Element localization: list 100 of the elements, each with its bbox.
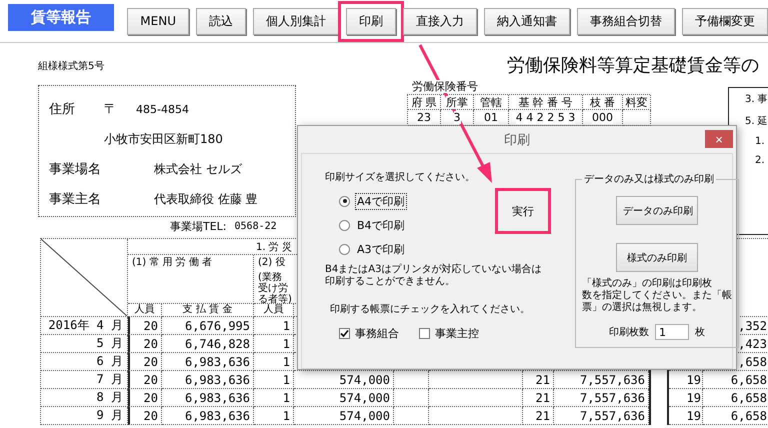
table-header: 所掌 — [441, 95, 474, 110]
table-cell: 20 — [128, 407, 162, 425]
toolbar-button[interactable]: 事務組合切替 — [577, 8, 675, 34]
table-cell: 574,000 — [294, 371, 394, 389]
side-text: 3. 事 — [745, 92, 768, 106]
toolbar-button[interactable]: 印刷 — [346, 8, 396, 34]
column-note: (業務 受け労 る者等) — [258, 272, 292, 305]
radio-button[interactable] — [339, 220, 350, 230]
column-header: 支 払 賃 金 — [162, 304, 254, 317]
table-cell: 1 — [254, 389, 294, 407]
table-cell: 6,983,636 — [162, 371, 254, 389]
tel-value: 0568-22 — [234, 220, 277, 232]
empty-cell — [394, 389, 429, 407]
checkbox-option[interactable]: 事務組合 — [339, 326, 399, 340]
month-cell: 9 月 — [41, 407, 128, 425]
table-cell: 1 — [254, 317, 294, 335]
table-cell: 20 — [128, 335, 162, 353]
table-cell: 19 — [669, 371, 703, 389]
radio-button[interactable] — [339, 196, 350, 206]
side-text: 2. — [754, 155, 766, 166]
copies-unit: 枚 — [695, 326, 705, 339]
table-cell: 21 — [523, 371, 554, 389]
app-title: 賃等報告 — [8, 4, 114, 30]
radio-button[interactable] — [339, 244, 350, 254]
table-cell: 1 — [254, 335, 294, 353]
checkbox[interactable] — [339, 328, 350, 338]
table-cell: 6,983,636 — [162, 353, 254, 371]
instruction-text: 印刷サイズを選択してください。 — [325, 172, 476, 184]
field-value: 株式会社 セルズ — [154, 160, 243, 178]
table-cell: 6,658 — [703, 371, 768, 389]
table-cell: 19 — [669, 407, 703, 425]
table-cell: 1 — [254, 353, 294, 371]
toolbar-button[interactable]: 納入通知書 — [484, 8, 570, 34]
table-cell: 6,746,828 — [162, 335, 254, 353]
street-address: 小牧市安田区新町180 — [104, 130, 224, 148]
column-header: (2) 役 — [258, 257, 286, 268]
table-cell: 6,658 — [703, 389, 768, 407]
table-cell: 21 — [523, 407, 554, 425]
radio-option[interactable]: A3で印刷 — [339, 242, 495, 256]
check-icon — [340, 328, 349, 338]
table-cell: 20 — [128, 353, 162, 371]
table-cell: 1 — [254, 371, 294, 389]
table-cell: 6,983,636 — [162, 389, 254, 407]
column-header: (1) 常 用 労 働 者 — [132, 257, 212, 268]
month-cell: 8 月 — [41, 389, 128, 407]
print-button[interactable]: データのみ印刷 — [616, 196, 698, 225]
close-button[interactable]: × — [705, 130, 733, 148]
toolbar-button[interactable]: 読込 — [196, 8, 246, 34]
side-text: 5. 延 — [745, 115, 768, 128]
table-header: 府 県 — [408, 95, 441, 110]
radio-option[interactable]: B4で印刷 — [339, 218, 495, 232]
print-button[interactable]: 様式のみ印刷 — [616, 243, 698, 272]
table-header: 管轄 — [474, 95, 509, 110]
table-cell: 7,557,636 — [554, 407, 649, 425]
dialog-title: 印刷 — [504, 132, 530, 148]
month-cell: 5 月 — [41, 335, 128, 353]
field-label: 住所 — [49, 101, 76, 118]
section-header: 1. 労 災 — [256, 240, 292, 254]
toolbar-button[interactable]: 個人別集計 — [253, 8, 339, 34]
postal-code: 485-4854 — [136, 102, 190, 116]
table-header: 基 幹 番 号 — [509, 95, 583, 110]
copies-label: 印刷枚数 — [609, 326, 649, 339]
radio-option[interactable]: A4で印刷 — [339, 194, 495, 208]
table-cell: 19 — [669, 389, 703, 407]
side-text: 1. — [754, 136, 766, 147]
empty-cell — [394, 407, 429, 425]
field-label: 事業主名 — [49, 191, 102, 208]
postal-mark: 〒 — [104, 101, 118, 118]
table-cell: 6,983,636 — [162, 407, 254, 425]
month-cell: 7 月 — [41, 371, 128, 389]
table-cell: 7,557,636 — [554, 389, 649, 407]
group-legend: データのみ又は様式のみ印刷 — [582, 172, 716, 186]
checkbox[interactable] — [419, 328, 430, 338]
table-cell: 20 — [128, 371, 162, 389]
copies-field[interactable]: 1 — [655, 324, 689, 340]
table-cell: 21 — [523, 389, 554, 407]
table-cell: 20 — [128, 317, 162, 335]
toolbar-button[interactable]: 予備欄変更 — [682, 8, 768, 34]
table-cell: 7,557,636 — [554, 371, 649, 389]
column-gap — [649, 407, 669, 425]
tel-label: 事業場TEL: — [170, 218, 227, 234]
table-cell: 20 — [128, 389, 162, 407]
table-cell: 6,676,995 — [162, 317, 254, 335]
form-code: 組様様式第5号 — [38, 60, 106, 74]
toolbar-button[interactable]: MENU — [127, 8, 189, 34]
table-cell: 574,000 — [294, 389, 394, 407]
column-gap — [649, 389, 669, 407]
column-header: 人員 — [128, 304, 162, 317]
form-title: 労働保険料等算定基礎賃金等の — [507, 54, 760, 78]
table-header: 枝 番 — [583, 95, 623, 110]
instruction-text: 印刷する帳票にチェックを入れてください。 — [329, 304, 531, 316]
table-header: 料変 — [623, 95, 651, 110]
month-cell: 2016年 4 月 — [41, 317, 128, 335]
field-value: 代表取締役 佐藤 豊 — [154, 190, 259, 208]
checkbox-option[interactable]: 事業主控 — [419, 326, 479, 340]
table-cell: 574,000 — [294, 407, 394, 425]
insurance-label: 労働保険番号 — [412, 80, 478, 93]
toolbar-button[interactable]: 直接入力 — [403, 8, 477, 34]
field-label: 事業場名 — [49, 161, 102, 178]
note-text: B4またはA3はプリンタが対応していない場合は 印刷することができません。 — [325, 264, 542, 288]
